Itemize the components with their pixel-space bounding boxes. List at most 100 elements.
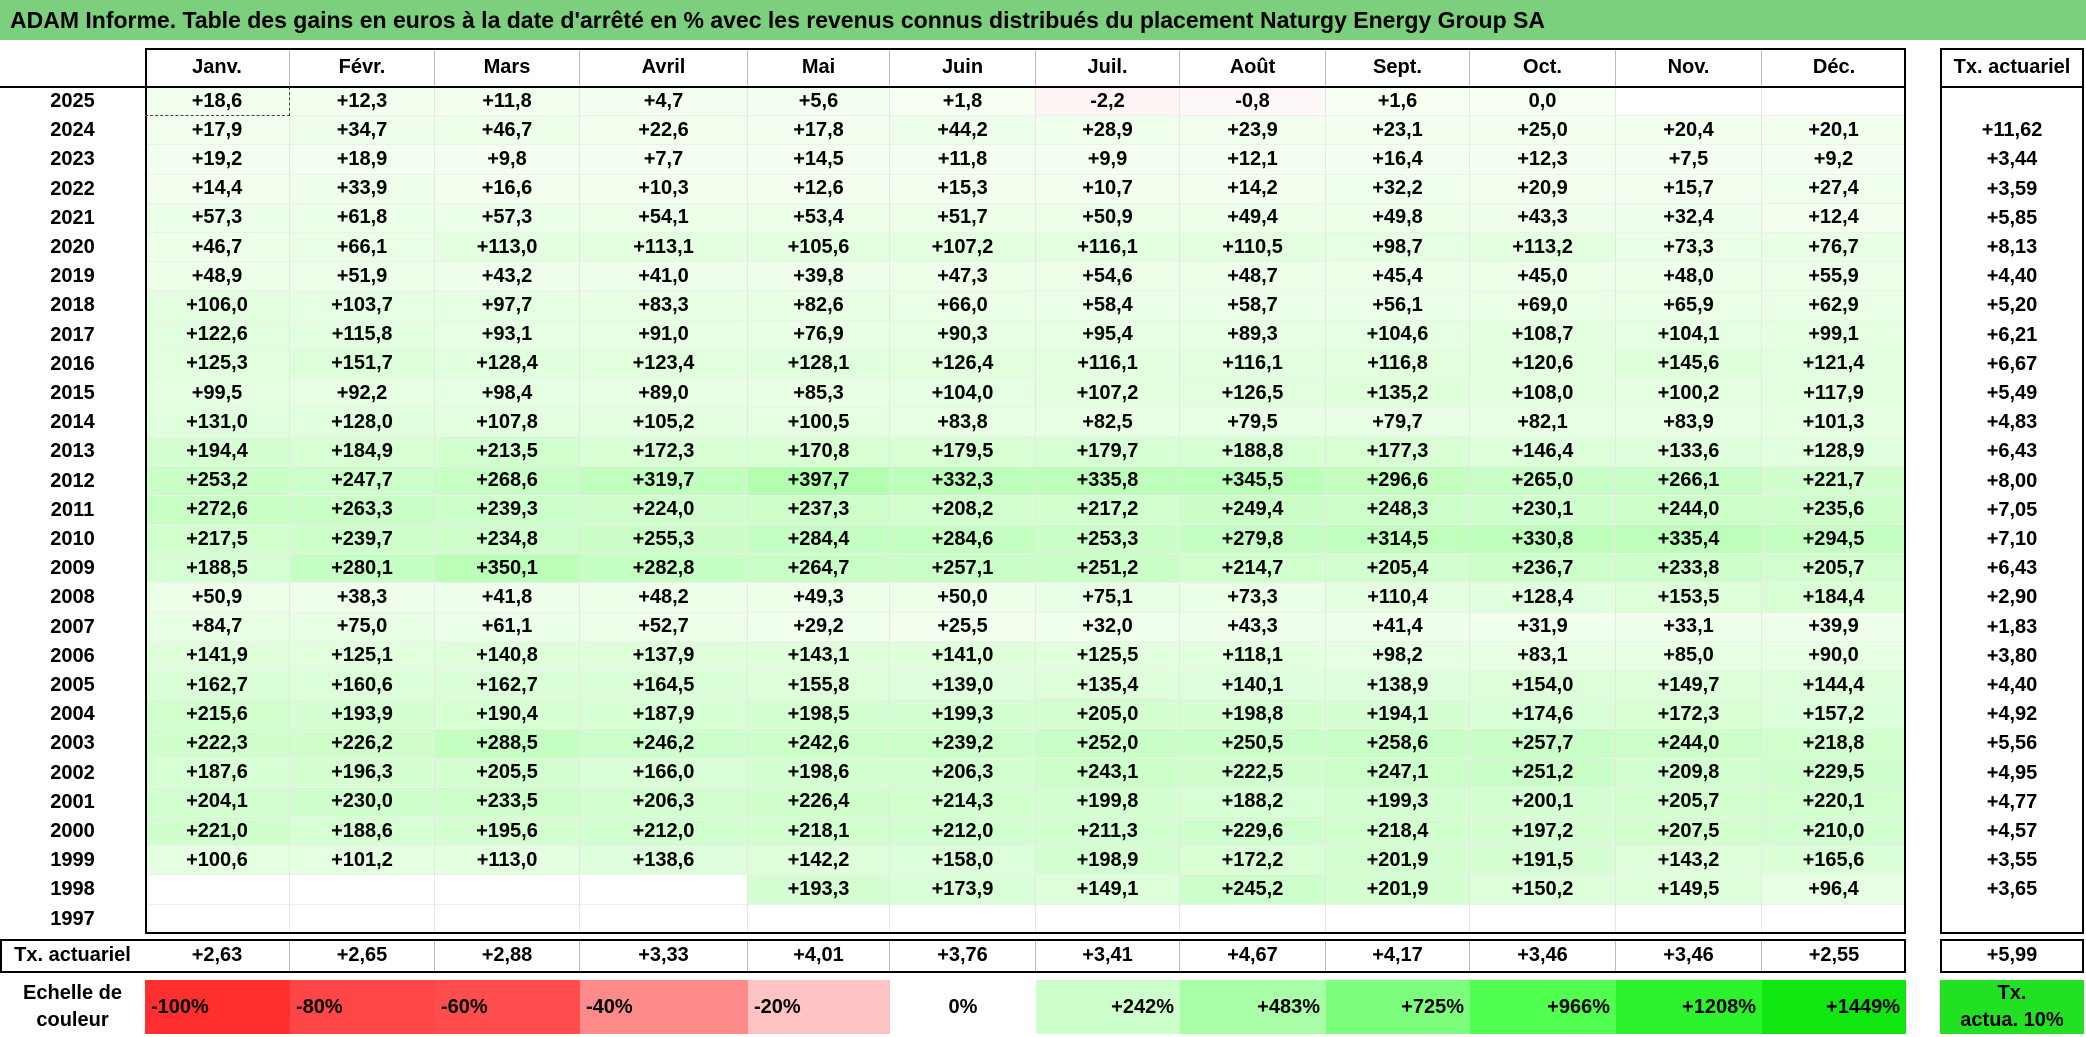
table-cell: +1,8 — [890, 87, 1036, 117]
table-cell: +205,4 — [1326, 554, 1470, 584]
table-cell: +128,4 — [435, 349, 580, 379]
tx-actuariel-cell: +4,57 — [1986, 820, 2038, 843]
table-cell — [1616, 904, 1762, 934]
table-cell: +101,2 — [290, 846, 435, 876]
year-label: 2024 — [50, 119, 95, 142]
footer-cell: +4,17 — [1326, 938, 1470, 973]
table-cell: +139,0 — [890, 671, 1036, 701]
table-cell: +263,3 — [290, 495, 435, 525]
table-cell: +113,0 — [435, 846, 580, 876]
table-cell: +188,6 — [290, 817, 435, 847]
table-cell: +116,1 — [1180, 349, 1326, 379]
column-header: Nov. — [1616, 48, 1762, 86]
table-cell: +113,1 — [580, 233, 748, 263]
table-cell: +73,3 — [1616, 233, 1762, 263]
tx-header-underline — [1940, 86, 2084, 88]
tx-actuariel-cell: +5,20 — [1986, 294, 2038, 317]
table-cell: +120,6 — [1470, 349, 1616, 379]
table-cell: +125,5 — [1036, 641, 1180, 671]
table-cell: +226,4 — [748, 787, 890, 817]
tx-actuariel-cell: +2,90 — [1986, 586, 2038, 609]
table-cell: +9,2 — [1762, 145, 1906, 175]
table-cell: +133,6 — [1616, 437, 1762, 467]
table-cell: +197,2 — [1470, 817, 1616, 847]
table-cell: +206,3 — [890, 758, 1036, 788]
table-cell: +43,3 — [1180, 612, 1326, 642]
table-cell: +41,0 — [580, 262, 748, 292]
table-cell: +83,9 — [1616, 408, 1762, 438]
table-cell: +149,5 — [1616, 875, 1762, 905]
table-cell: 0,0 — [1470, 87, 1616, 117]
table-cell: +79,5 — [1180, 408, 1326, 438]
table-cell: +198,9 — [1036, 846, 1180, 876]
tx-actuariel-cell: +8,13 — [1986, 236, 2038, 259]
table-cell: +184,9 — [290, 437, 435, 467]
table-cell: +239,2 — [890, 729, 1036, 759]
table-cell: +93,1 — [435, 320, 580, 350]
table-cell: +153,5 — [1616, 583, 1762, 613]
footer-cell: +3,76 — [890, 938, 1036, 973]
tx-actuariel-cell: +6,21 — [1986, 323, 2038, 346]
table-cell: +23,9 — [1180, 116, 1326, 146]
table-cell: +25,5 — [890, 612, 1036, 642]
table-cell: +247,7 — [290, 466, 435, 496]
table-cell: +205,0 — [1036, 700, 1180, 730]
table-cell: +296,6 — [1326, 466, 1470, 496]
table-cell: +52,7 — [580, 612, 748, 642]
table-cell: +268,6 — [435, 466, 580, 496]
table-cell: +85,0 — [1616, 641, 1762, 671]
footer-cell: +3,46 — [1616, 938, 1762, 973]
table-cell: +113,2 — [1470, 233, 1616, 263]
year-label: 2015 — [50, 382, 95, 405]
table-cell: +104,1 — [1616, 320, 1762, 350]
table-cell: +43,3 — [1470, 203, 1616, 233]
scale-step: -100% — [145, 980, 290, 1034]
table-cell: +143,1 — [748, 641, 890, 671]
table-cell: +265,0 — [1470, 466, 1616, 496]
table-cell: +235,6 — [1762, 495, 1906, 525]
table-cell: +10,7 — [1036, 174, 1180, 204]
table-cell: +97,7 — [435, 291, 580, 321]
table-cell: +17,9 — [145, 116, 290, 146]
year-label: 2020 — [50, 236, 95, 259]
table-cell: +284,4 — [748, 525, 890, 555]
footer-cell: +3,41 — [1036, 938, 1180, 973]
table-cell: +143,2 — [1616, 846, 1762, 876]
table-cell: +17,8 — [748, 116, 890, 146]
table-cell: +164,5 — [580, 671, 748, 701]
table-cell: +335,4 — [1616, 525, 1762, 555]
table-cell: +104,0 — [890, 379, 1036, 409]
header-underline — [0, 86, 1906, 88]
table-cell: +255,3 — [580, 525, 748, 555]
table-cell: +11,8 — [890, 145, 1036, 175]
table-cell: +184,4 — [1762, 583, 1906, 613]
column-header: Août — [1180, 48, 1326, 86]
table-cell: +332,3 — [890, 466, 1036, 496]
table-cell: +98,7 — [1326, 233, 1470, 263]
table-cell: +128,0 — [290, 408, 435, 438]
table-cell: +106,0 — [145, 291, 290, 321]
table-cell: +125,1 — [290, 641, 435, 671]
table-cell: +214,3 — [890, 787, 1036, 817]
tx-actuariel-cell: +4,83 — [1986, 411, 2038, 434]
table-cell: +201,9 — [1326, 875, 1470, 905]
table-cell: +187,6 — [145, 758, 290, 788]
table-cell — [290, 875, 435, 905]
tx-actuariel-cell: +3,59 — [1986, 177, 2038, 200]
table-cell: +92,2 — [290, 379, 435, 409]
table-cell: +222,3 — [145, 729, 290, 759]
column-header: Avril — [580, 48, 748, 86]
table-cell: +177,3 — [1326, 437, 1470, 467]
table-cell: +125,3 — [145, 349, 290, 379]
column-header: Juil. — [1036, 48, 1180, 86]
table-cell: +14,5 — [748, 145, 890, 175]
table-cell — [1616, 87, 1762, 117]
table-cell: +179,7 — [1036, 437, 1180, 467]
table-cell: +201,9 — [1326, 846, 1470, 876]
table-cell: +113,0 — [435, 233, 580, 263]
table-cell: +31,9 — [1470, 612, 1616, 642]
table-cell: +194,4 — [145, 437, 290, 467]
year-label: 2002 — [50, 761, 95, 784]
table-cell — [748, 904, 890, 934]
table-cell: +218,1 — [748, 817, 890, 847]
